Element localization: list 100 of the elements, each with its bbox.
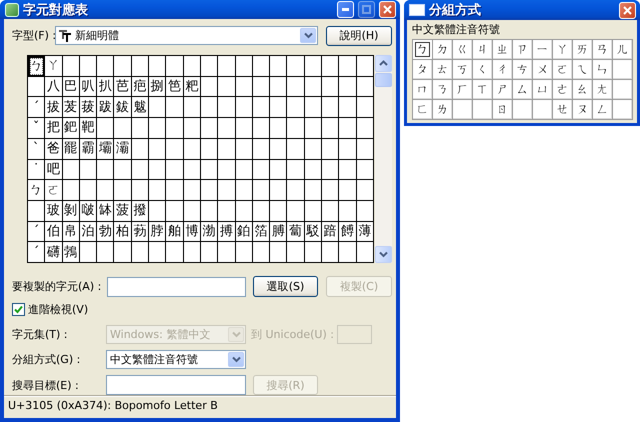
scroll-up-button[interactable] [375,55,392,72]
bopomofo-key[interactable]: ㄚ [553,40,573,60]
character-cell[interactable]: 菝 [80,97,98,118]
bopomofo-key[interactable]: ㄑ [473,60,493,80]
empty-cell[interactable] [304,200,322,222]
select-button[interactable]: 選取(S) [253,276,318,297]
empty-cell[interactable] [184,138,201,160]
empty-cell[interactable] [166,242,184,263]
empty-cell[interactable] [287,118,305,139]
bopomofo-key[interactable]: ㄘ [513,60,533,80]
empty-cell[interactable] [166,118,184,139]
character-cell[interactable]: ㄛ [45,180,63,201]
bopomofo-key[interactable]: ㄤ [593,80,613,100]
character-cell[interactable]: 菠 [114,200,132,222]
bopomofo-key[interactable]: ㄥ [593,100,613,120]
group-dropdown[interactable]: 中文繁體注音符號 [106,350,246,369]
empty-cell[interactable] [252,160,270,180]
character-cell[interactable]: 魃 [132,97,150,118]
bopomofo-key[interactable]: ㄌ [433,100,453,120]
character-cell[interactable]: 笆 [166,76,184,98]
empty-cell[interactable] [270,76,288,98]
empty-cell[interactable] [218,76,236,98]
character-cell[interactable]: 扒 [97,76,114,98]
close-button[interactable] [619,2,636,18]
bopomofo-key[interactable]: ㄐ [473,40,493,60]
character-cell[interactable]: 八 [45,76,63,98]
empty-cell[interactable] [252,138,270,160]
bopomofo-key[interactable]: ㄡ [573,100,593,120]
empty-cell[interactable] [80,242,98,263]
empty-cell[interactable] [252,97,270,118]
empty-cell[interactable] [62,160,80,180]
character-cell[interactable]: 叭 [80,76,98,98]
empty-cell[interactable] [287,76,305,98]
empty-cell[interactable] [356,138,374,160]
search-field[interactable] [106,375,246,395]
character-cell[interactable]: 吧 [45,160,63,180]
character-cell[interactable]: 缽 [97,200,114,222]
empty-cell[interactable] [218,180,236,201]
empty-cell[interactable] [356,160,374,180]
character-cell[interactable]: 帛 [62,222,80,242]
bopomofo-key[interactable]: ㄝ [553,100,573,120]
empty-cell[interactable] [218,97,236,118]
empty-cell[interactable] [252,242,270,263]
empty-cell[interactable] [252,200,270,222]
empty-cell[interactable] [473,100,493,120]
empty-cell[interactable] [304,56,322,77]
empty-cell[interactable] [166,138,184,160]
empty-cell[interactable] [304,180,322,201]
empty-cell[interactable] [533,100,553,120]
empty-cell[interactable] [200,200,218,222]
empty-cell[interactable] [80,56,98,77]
character-cell[interactable]: 剝 [62,200,80,222]
bopomofo-key[interactable]: ㄠ [573,80,593,100]
empty-cell[interactable] [184,242,201,263]
empty-cell[interactable] [453,100,473,120]
empty-cell[interactable] [304,118,322,139]
character-cell[interactable]: 箔 [252,222,270,242]
empty-cell[interactable] [356,97,374,118]
character-cell[interactable]: 餺 [339,222,357,242]
empty-cell[interactable] [339,138,357,160]
empty-cell[interactable] [287,242,305,263]
empty-cell[interactable] [339,118,357,139]
empty-cell[interactable] [200,138,218,160]
character-cell[interactable]: 撥 [132,200,150,222]
bopomofo-key[interactable]: ㄨ [533,60,553,80]
empty-cell[interactable] [304,242,322,263]
character-cell[interactable]: 搏 [218,222,236,242]
empty-cell[interactable] [80,180,98,201]
empty-cell[interactable] [166,97,184,118]
empty-cell[interactable] [97,180,114,201]
empty-cell[interactable] [132,180,150,201]
character-cell[interactable]: 薄 [356,222,374,242]
empty-cell[interactable] [132,160,150,180]
character-cell[interactable]: 踣 [322,222,340,242]
checkbox[interactable] [12,302,25,316]
empty-cell[interactable] [184,56,201,77]
character-cell[interactable]: 巴 [62,76,80,98]
character-cell[interactable]: 勃 [97,222,114,242]
empty-cell[interactable] [114,180,132,201]
empty-cell[interactable] [236,242,253,263]
dropdown-arrow-button[interactable] [300,28,316,43]
empty-cell[interactable] [236,76,253,98]
empty-cell[interactable] [356,56,374,77]
bopomofo-key[interactable]: ㄅ [413,40,433,60]
empty-cell[interactable] [339,97,357,118]
empty-cell[interactable] [28,200,46,222]
character-cell[interactable]: 罷 [62,138,80,160]
bopomofo-key[interactable]: ㄍ [453,40,473,60]
bopomofo-key[interactable]: ㄔ [493,60,513,80]
empty-cell[interactable] [339,242,357,263]
bopomofo-key[interactable]: ㄎ [453,60,473,80]
empty-cell[interactable] [304,160,322,180]
scrollbar-thumb[interactable] [375,73,392,87]
empty-cell[interactable] [322,76,340,98]
empty-cell[interactable] [132,118,150,139]
empty-cell[interactable] [80,160,98,180]
character-cell[interactable]: ˊ [28,222,46,242]
empty-cell[interactable] [200,160,218,180]
empty-cell[interactable] [322,200,340,222]
empty-cell[interactable] [270,56,288,77]
